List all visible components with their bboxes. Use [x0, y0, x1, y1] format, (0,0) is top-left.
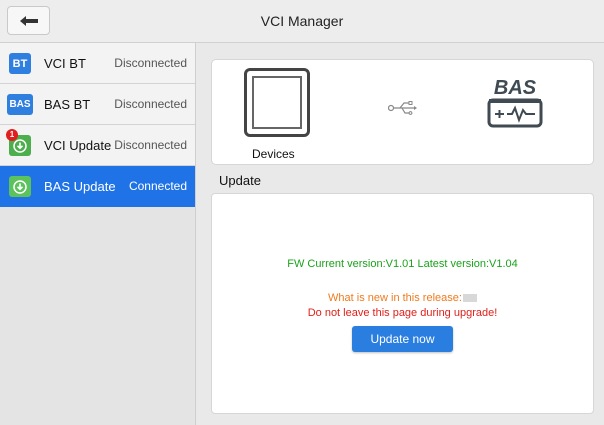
sidebar-item-label: BAS BT — [44, 97, 91, 112]
download-icon: 1 — [6, 129, 31, 156]
update-heading: Update — [219, 173, 261, 188]
usb-icon — [388, 101, 417, 115]
bas-logo-icon: BAS — [487, 77, 543, 128]
redacted-block — [462, 294, 477, 303]
download-icon — [9, 176, 31, 197]
firmware-version-text: FW Current version:V1.01 Latest version:… — [287, 258, 518, 270]
connection-status: Disconnected — [114, 97, 187, 111]
bas-icon: BAS — [7, 94, 33, 115]
update-now-button[interactable]: Update now — [352, 326, 453, 352]
back-button[interactable] — [7, 6, 50, 35]
svg-text:BAS: BAS — [494, 77, 537, 99]
sidebar-item-label: BAS Update — [44, 179, 116, 194]
whats-new-line: What is new in this release: — [212, 292, 593, 304]
page-title: VCI Manager — [260, 13, 344, 29]
connection-status: Disconnected — [114, 56, 187, 70]
devices-label: Devices — [252, 147, 295, 161]
sidebar-item-vci-bt[interactable]: BT VCI BT Disconnected — [0, 43, 195, 84]
notification-badge: 1 — [6, 129, 18, 141]
tablet-icon — [244, 68, 310, 137]
title-bar: VCI Manager — [0, 0, 604, 43]
bluetooth-icon: BT — [9, 53, 31, 74]
back-arrow-icon — [19, 15, 38, 26]
sidebar-item-label: VCI BT — [44, 56, 86, 71]
device-panel: Devices BAS — [211, 59, 594, 165]
sidebar-item-bas-bt[interactable]: BAS BAS BT Disconnected — [0, 84, 195, 125]
update-panel: FW Current version:V1.01 Latest version:… — [211, 193, 594, 414]
upgrade-warning: Do not leave this page during upgrade! — [307, 307, 498, 319]
sidebar: BT VCI BT Disconnected BAS BAS BT Discon… — [0, 43, 196, 425]
whats-new-text: What is new in this release: — [328, 292, 462, 304]
connection-status: Disconnected — [114, 138, 187, 152]
sidebar-item-vci-update[interactable]: 1 VCI Update Disconnected — [0, 125, 195, 166]
connection-status: Connected — [128, 179, 187, 193]
sidebar-item-bas-update[interactable]: BAS Update Connected — [0, 166, 195, 207]
sidebar-item-label: VCI Update — [44, 138, 112, 153]
